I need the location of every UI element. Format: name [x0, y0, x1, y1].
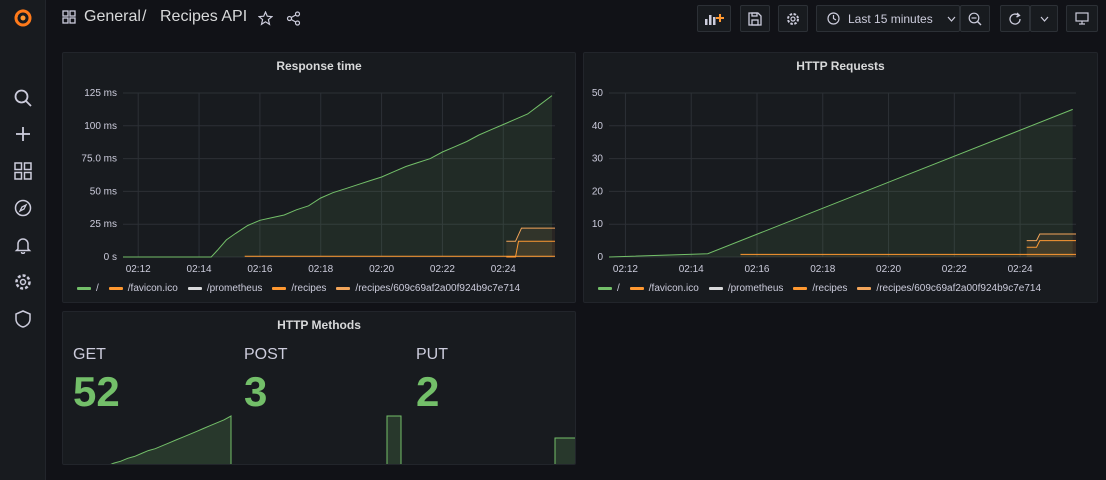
y-tick-label: 25 ms — [90, 219, 117, 230]
add-panel-icon — [705, 13, 724, 25]
legend-item[interactable]: /prometheus — [708, 283, 784, 294]
legend-label: /recipes/609c69af2a00f924b9c7e714 — [355, 283, 521, 294]
legend-label: /prometheus — [206, 283, 263, 294]
x-tick-label: 02:16 — [744, 264, 769, 275]
zoom-out-icon — [968, 12, 982, 25]
legend-item[interactable]: / — [598, 283, 620, 294]
legend-item[interactable]: / — [77, 283, 99, 294]
legend-item[interactable]: /recipes — [272, 283, 326, 294]
y-tick-label: 30 — [592, 154, 604, 165]
legend-item[interactable]: /recipes — [793, 283, 847, 294]
sidebar — [0, 0, 46, 480]
y-tick-label: 50 ms — [90, 186, 117, 197]
legend-label: /recipes — [291, 283, 327, 294]
top-bar: General / Recipes API Last 15 minutes — [46, 0, 1106, 40]
legend: / /favicon.ico /prometheus /recipes /rec… — [598, 283, 1041, 294]
dashboard-settings-button[interactable] — [778, 5, 808, 32]
panel-response-time: Response time 0 s 25 ms 50 ms 75.0 ms 100 ms… — [62, 52, 576, 303]
refresh-icon — [1009, 12, 1021, 25]
add-panel-button[interactable] — [697, 5, 731, 32]
sparkline-get — [110, 415, 232, 464]
view-mode-button[interactable] — [1066, 5, 1098, 32]
y-tick-label: 50 — [592, 88, 604, 99]
x-tick-label: 02:20 — [876, 264, 901, 275]
clock-icon — [827, 12, 840, 25]
legend-item[interactable]: /prometheus — [187, 283, 263, 294]
breadcrumb-dashboard[interactable]: Recipes API — [160, 8, 247, 26]
y-tick-label: 125 ms — [84, 88, 117, 99]
x-tick-label: 02:24 — [491, 264, 516, 275]
legend: / /favicon.ico /prometheus /recipes /rec… — [77, 283, 520, 294]
legend-item[interactable]: /recipes/609c69af2a00f924b9c7e714 — [857, 283, 1041, 294]
monitor-icon — [1075, 12, 1089, 25]
chevron-down-icon — [1040, 16, 1048, 22]
share-icon[interactable] — [286, 11, 301, 31]
time-range-picker[interactable]: Last 15 minutes — [816, 5, 960, 32]
x-tick-label: 02:20 — [369, 264, 394, 275]
x-tick-label: 02:22 — [430, 264, 455, 275]
sparkline-put — [554, 437, 575, 464]
legend-label: /recipes/609c69af2a00f924b9c7e714 — [876, 283, 1042, 294]
alerting-icon[interactable] — [11, 233, 35, 257]
legend-item[interactable]: /favicon.ico — [108, 283, 178, 294]
legend-label: /favicon.ico — [127, 283, 178, 294]
breadcrumb-folder[interactable]: General — [84, 8, 141, 26]
chevron-down-icon — [947, 16, 956, 22]
shield-icon[interactable] — [11, 307, 35, 331]
plus-icon[interactable] — [11, 122, 35, 146]
x-tick-label: 02:12 — [126, 264, 151, 275]
x-tick-label: 02:16 — [247, 264, 272, 275]
x-tick-label: 02:24 — [1008, 264, 1033, 275]
x-tick-label: 02:14 — [679, 264, 704, 275]
legend-label: /prometheus — [727, 283, 784, 294]
legend-label: /favicon.ico — [648, 283, 699, 294]
explore-icon[interactable] — [11, 196, 35, 220]
search-icon[interactable] — [11, 86, 35, 110]
panel-http-requests: HTTP Requests 0 10 20 30 40 50 02:12 02:14 02:16… — [583, 52, 1098, 303]
legend-label: /recipes — [812, 283, 848, 294]
http-methods-sparklines — [110, 415, 575, 464]
y-tick-label: 10 — [592, 219, 604, 230]
grafana-logo-icon[interactable] — [11, 6, 35, 30]
y-tick-label: 100 ms — [84, 121, 117, 132]
x-tick-label: 02:18 — [308, 264, 333, 275]
x-tick-label: 02:12 — [613, 264, 638, 275]
breadcrumb-separator: / — [142, 8, 147, 25]
save-dashboard-button[interactable] — [740, 5, 770, 32]
gear-icon — [787, 12, 799, 25]
time-range-label: Last 15 minutes — [848, 11, 933, 26]
legend-label: / — [617, 283, 620, 294]
zoom-out-button[interactable] — [960, 5, 990, 32]
panel-http-methods: HTTP Methods GET 52 POST 3 PUT 2 — [62, 311, 576, 465]
x-tick-label: 02:22 — [942, 264, 967, 275]
legend-label: / — [96, 283, 99, 294]
refresh-button[interactable] — [1000, 5, 1030, 32]
refresh-interval-dropdown[interactable] — [1030, 5, 1058, 32]
configuration-icon[interactable] — [11, 270, 35, 294]
x-tick-label: 02:14 — [187, 264, 212, 275]
series-area — [609, 109, 1073, 258]
legend-item[interactable]: /favicon.ico — [629, 283, 699, 294]
sparkline-post — [386, 415, 402, 464]
dashboards-icon[interactable] — [11, 159, 35, 183]
y-tick-label: 0 s — [104, 252, 117, 263]
http-requests-chart: 0 10 20 30 40 50 02:12 02:14 02:16 02:18 02:20 02:2… — [592, 88, 1076, 275]
series-area — [123, 95, 552, 257]
star-icon[interactable] — [257, 10, 274, 31]
dashboard-grid-icon — [62, 10, 76, 29]
y-tick-label: 40 — [592, 121, 604, 132]
y-tick-label: 75.0 ms — [81, 154, 117, 165]
legend-item[interactable]: /recipes/609c69af2a00f924b9c7e714 — [336, 283, 520, 294]
save-icon — [748, 11, 762, 26]
y-tick-label: 20 — [592, 186, 604, 197]
response-time-chart: 0 s 25 ms 50 ms 75.0 ms 100 ms 125 ms 02:12 02:… — [81, 88, 555, 275]
y-tick-label: 0 — [597, 252, 603, 263]
x-tick-label: 02:18 — [810, 264, 835, 275]
